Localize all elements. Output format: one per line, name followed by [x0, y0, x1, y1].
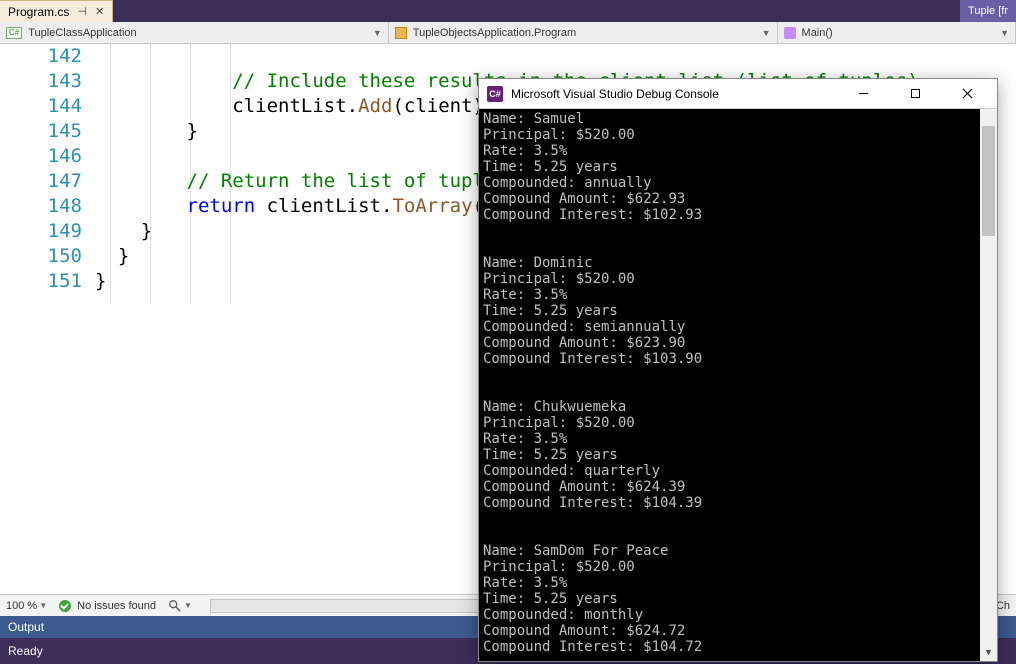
member-combo-label: Main() — [802, 27, 833, 39]
chevron-down-icon: ▼ — [1000, 28, 1009, 38]
checkmark-icon — [59, 600, 71, 612]
navigation-bar: C# TupleClassApplication ▼ TupleObjectsA… — [0, 22, 1016, 44]
scroll-thumb[interactable] — [982, 126, 995, 236]
namespace-combo-label: TupleObjectsApplication.Program — [413, 27, 576, 39]
issues-label: No issues found — [77, 600, 156, 612]
debug-console-window[interactable]: C# Microsoft Visual Studio Debug Console… — [478, 78, 998, 662]
maximize-button[interactable] — [893, 80, 937, 108]
close-icon[interactable]: ✕ — [95, 5, 104, 18]
chevron-down-icon: ▼ — [39, 601, 47, 610]
pin-icon[interactable]: ⊣ — [77, 5, 87, 18]
zoom-value: 100 % — [6, 600, 37, 612]
spyglass-icon — [168, 599, 182, 613]
method-icon — [784, 27, 796, 39]
class-icon — [395, 27, 407, 39]
close-button[interactable] — [945, 80, 989, 108]
status-bar-text: Ready — [8, 644, 43, 658]
console-titlebar[interactable]: C# Microsoft Visual Studio Debug Console — [479, 79, 997, 109]
project-combo[interactable]: C# TupleClassApplication ▼ — [0, 22, 389, 43]
scroll-track[interactable] — [980, 126, 997, 644]
scroll-down-icon[interactable]: ▼ — [980, 644, 997, 661]
chevron-down-icon: ▼ — [373, 28, 382, 38]
console-output[interactable]: Name: Samuel Principal: $520.00 Rate: 3.… — [479, 109, 997, 661]
chevron-down-icon: ▼ — [184, 601, 192, 610]
right-context-chip[interactable]: Tuple [fr — [960, 0, 1016, 22]
zoom-combo[interactable]: 100 % ▼ — [6, 600, 47, 612]
vs-icon: C# — [487, 86, 503, 102]
csharp-icon: C# — [6, 27, 22, 39]
project-combo-label: TupleClassApplication — [28, 27, 136, 39]
tab-spacer — [113, 0, 960, 22]
chevron-down-icon: ▼ — [762, 28, 771, 38]
namespace-combo[interactable]: TupleObjectsApplication.Program ▼ — [389, 22, 778, 43]
issues-indicator[interactable]: No issues found — [59, 600, 156, 612]
console-title: Microsoft Visual Studio Debug Console — [511, 87, 833, 101]
console-vertical-scrollbar[interactable]: ▲ ▼ — [980, 109, 997, 661]
column-label: Ch — [996, 600, 1010, 612]
line-number-gutter: 142 143 144 145 146 147 148 149 150 151 — [20, 44, 82, 294]
spyglass-toggle[interactable]: ▼ — [168, 599, 192, 613]
output-panel-title: Output — [8, 620, 44, 634]
minimize-button[interactable] — [841, 80, 885, 108]
file-tab-label: Program.cs — [8, 5, 69, 19]
member-combo[interactable]: Main() ▼ — [778, 22, 1016, 43]
document-tab-row: Program.cs ⊣ ✕ Tuple [fr — [0, 0, 1016, 22]
file-tab-program-cs[interactable]: Program.cs ⊣ ✕ — [0, 0, 113, 22]
